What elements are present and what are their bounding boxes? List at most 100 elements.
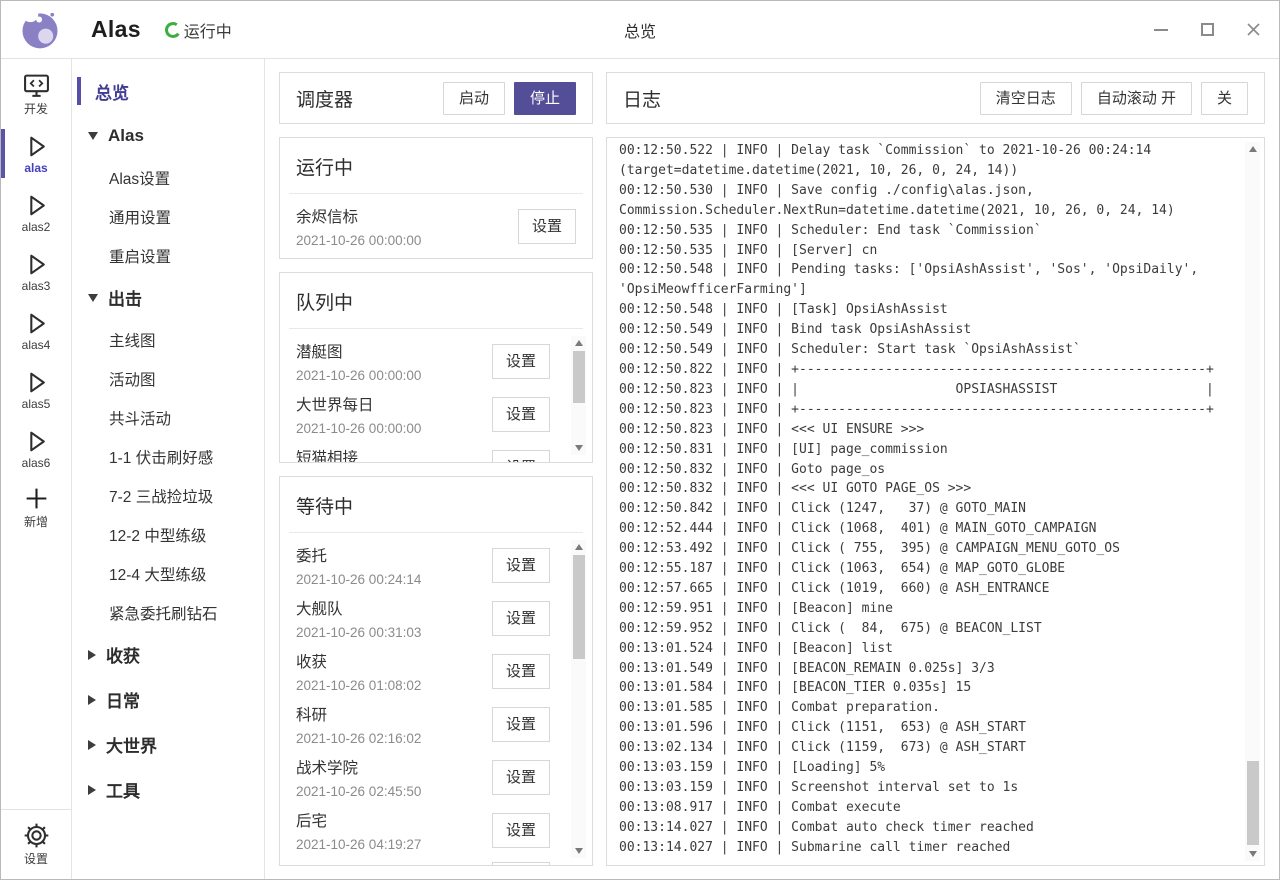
log-column: 日志 清空日志 自动滚动 开 关 00:12:50.522 | INFO | D… — [606, 72, 1265, 866]
task-time: 2021-10-26 01:08:02 — [296, 678, 492, 693]
nav-item[interactable]: 通用设置 — [72, 197, 264, 236]
nav-item[interactable]: 1-1 伏击刷好感 — [72, 437, 264, 476]
nav-group-header[interactable]: 大世界 — [72, 722, 264, 767]
rail-item-dev[interactable]: 开发 — [1, 65, 71, 124]
nav-item[interactable]: 12-2 中型练级 — [72, 515, 264, 554]
rail-item-alas6[interactable]: alas6 — [1, 419, 71, 478]
scrollbar[interactable] — [571, 336, 586, 455]
nav-group-header[interactable]: 日常 — [72, 677, 264, 722]
task-setting-button[interactable]: 设置 — [492, 344, 550, 379]
nav-item[interactable]: 12-4 大型练级 — [72, 554, 264, 593]
task-name: 短猫相接 — [296, 446, 492, 462]
task-setting-button[interactable]: 设置 — [492, 450, 550, 462]
task-time: 2021-10-26 02:16:02 — [296, 731, 492, 746]
nav-group-header[interactable]: Alas — [72, 113, 264, 158]
nav-item-overview[interactable]: 总览 — [72, 69, 264, 113]
log-line: 00:13:08.917 | INFO | Combat execute — [619, 798, 1238, 818]
log-line: 00:12:59.952 | INFO | Click ( 84, 675) @… — [619, 619, 1238, 639]
task-setting-button[interactable]: 设置 — [492, 654, 550, 689]
rail-item-label: 设置 — [24, 850, 48, 867]
log-line: 00:12:50.823 | INFO | | OPSIASHASSIST | — [619, 380, 1238, 400]
task-row: 科研2021-10-26 02:16:02设置 — [296, 703, 550, 746]
log-line: 00:12:57.665 | INFO | Click (1019, 660) … — [619, 579, 1238, 599]
nav-item[interactable]: 主线图 — [72, 320, 264, 359]
maximize-icon[interactable] — [1199, 22, 1215, 38]
task-setting-button[interactable]: 设置 — [492, 601, 550, 636]
titlebar: Alas 运行中 总览 — [1, 1, 1279, 59]
rail-item-alas3[interactable]: alas3 — [1, 242, 71, 301]
scroll-down-icon[interactable] — [571, 441, 586, 455]
nav-group-header[interactable]: 工具 — [72, 767, 264, 812]
content: 调度器 启动 停止 运行中余烬信标2021-10-26 00:00:00设置队列… — [265, 59, 1279, 879]
nav-item[interactable]: 共斗活动 — [72, 398, 264, 437]
nav-item[interactable]: 7-2 三战捡垃圾 — [72, 476, 264, 515]
task-list-running: 余烬信标2021-10-26 00:00:00设置 — [280, 194, 592, 258]
play-icon — [23, 428, 50, 455]
task-setting-button[interactable]: 设置 — [492, 862, 550, 865]
scroll-down-icon[interactable] — [1245, 847, 1260, 861]
log-line: 00:12:50.549 | INFO | Scheduler: Start t… — [619, 340, 1238, 360]
chevron-right-icon — [88, 695, 96, 705]
rail-item-label: 新增 — [24, 513, 48, 530]
nav-item[interactable]: 重启设置 — [72, 236, 264, 275]
chevron-down-icon — [88, 294, 98, 302]
nav-group-label: Alas — [108, 126, 144, 146]
task-info: 余烬信标2021-10-26 00:00:00 — [296, 205, 518, 248]
scheduler-stop-button[interactable]: 停止 — [514, 82, 576, 115]
log-body[interactable]: 00:12:50.522 | INFO | Delay task `Commis… — [619, 141, 1238, 862]
play-icon — [23, 310, 50, 337]
rail-item-alas2[interactable]: alas2 — [1, 183, 71, 242]
task-row: 短猫相接2021-10-26 00:00:00设置 — [296, 446, 550, 462]
rail-item-settings[interactable]: 设置 — [1, 809, 71, 879]
log-line: 00:13:01.524 | INFO | [Beacon] list — [619, 639, 1238, 659]
log-line: 00:12:55.187 | INFO | Click (1063, 654) … — [619, 559, 1238, 579]
rail-item-alas[interactable]: alas — [1, 124, 71, 183]
log-line: 00:13:14.027 | INFO | Submarine call tim… — [619, 838, 1238, 858]
task-list-waiting: 委托2021-10-26 00:24:14设置大舰队2021-10-26 00:… — [280, 533, 592, 865]
clear-log-button[interactable]: 清空日志 — [980, 82, 1072, 115]
rail-item-label: alas6 — [22, 456, 51, 470]
log-line: 00:12:50.522 | INFO | Delay task `Commis… — [619, 141, 1238, 181]
rail-item-alas4[interactable]: alas4 — [1, 301, 71, 360]
task-name: 大舰队 — [296, 597, 492, 619]
task-setting-button[interactable]: 设置 — [492, 548, 550, 583]
scroll-up-icon[interactable] — [571, 336, 586, 350]
task-row: 商店购买设置 — [296, 862, 550, 865]
task-setting-button[interactable]: 设置 — [518, 209, 576, 244]
task-setting-button[interactable]: 设置 — [492, 707, 550, 742]
nav-group-header[interactable]: 出击 — [72, 275, 264, 320]
scroll-down-icon[interactable] — [571, 844, 586, 858]
nav-item[interactable]: 紧急委托刷钻石 — [72, 593, 264, 632]
close-icon[interactable] — [1245, 22, 1261, 38]
scrollbar[interactable] — [571, 540, 586, 858]
scrollbar-thumb[interactable] — [573, 555, 585, 659]
scroll-up-icon[interactable] — [1245, 142, 1260, 156]
log-panel: 00:12:50.522 | INFO | Delay task `Commis… — [606, 137, 1265, 866]
scheduler-sections-slot: 运行中余烬信标2021-10-26 00:00:00设置队列中潜艇图2021-1… — [279, 137, 593, 866]
nav-item[interactable]: 活动图 — [72, 359, 264, 398]
log-line: 00:13:14.027 | INFO | Combat auto check … — [619, 818, 1238, 838]
log-scrollbar-thumb[interactable] — [1247, 761, 1259, 845]
autoscroll-toggle-button[interactable]: 自动滚动 开 — [1081, 82, 1192, 115]
section-running: 运行中余烬信标2021-10-26 00:00:00设置 — [279, 137, 593, 259]
scrollbar-thumb[interactable] — [573, 351, 585, 403]
scheduler-start-button[interactable]: 启动 — [443, 82, 505, 115]
task-name: 委托 — [296, 544, 492, 566]
minimize-icon[interactable] — [1153, 22, 1169, 38]
nav-group: 日常 — [72, 677, 264, 722]
rail-item-alas5[interactable]: alas5 — [1, 360, 71, 419]
log-scrollbar[interactable] — [1245, 142, 1260, 861]
nav-item[interactable]: Alas设置 — [72, 158, 264, 197]
rail-item-add[interactable]: 新增 — [1, 478, 71, 537]
task-setting-button[interactable]: 设置 — [492, 760, 550, 795]
nav-group-header[interactable]: 收获 — [72, 632, 264, 677]
rail-item-label: alas5 — [22, 397, 51, 411]
log-switch-button[interactable]: 关 — [1201, 82, 1248, 115]
task-rows: 潜艇图2021-10-26 00:00:00设置大世界每日2021-10-26 … — [296, 340, 550, 462]
task-setting-button[interactable]: 设置 — [492, 397, 550, 432]
task-setting-button[interactable]: 设置 — [492, 813, 550, 848]
nav-group-label: 收获 — [106, 642, 140, 667]
log-line: 00:12:50.535 | INFO | Scheduler: End tas… — [619, 221, 1238, 241]
main-area: 开发alasalas2alas3alas4 alas5 alas6 新增 设置 总览 A… — [1, 59, 1279, 879]
scroll-up-icon[interactable] — [571, 540, 586, 554]
